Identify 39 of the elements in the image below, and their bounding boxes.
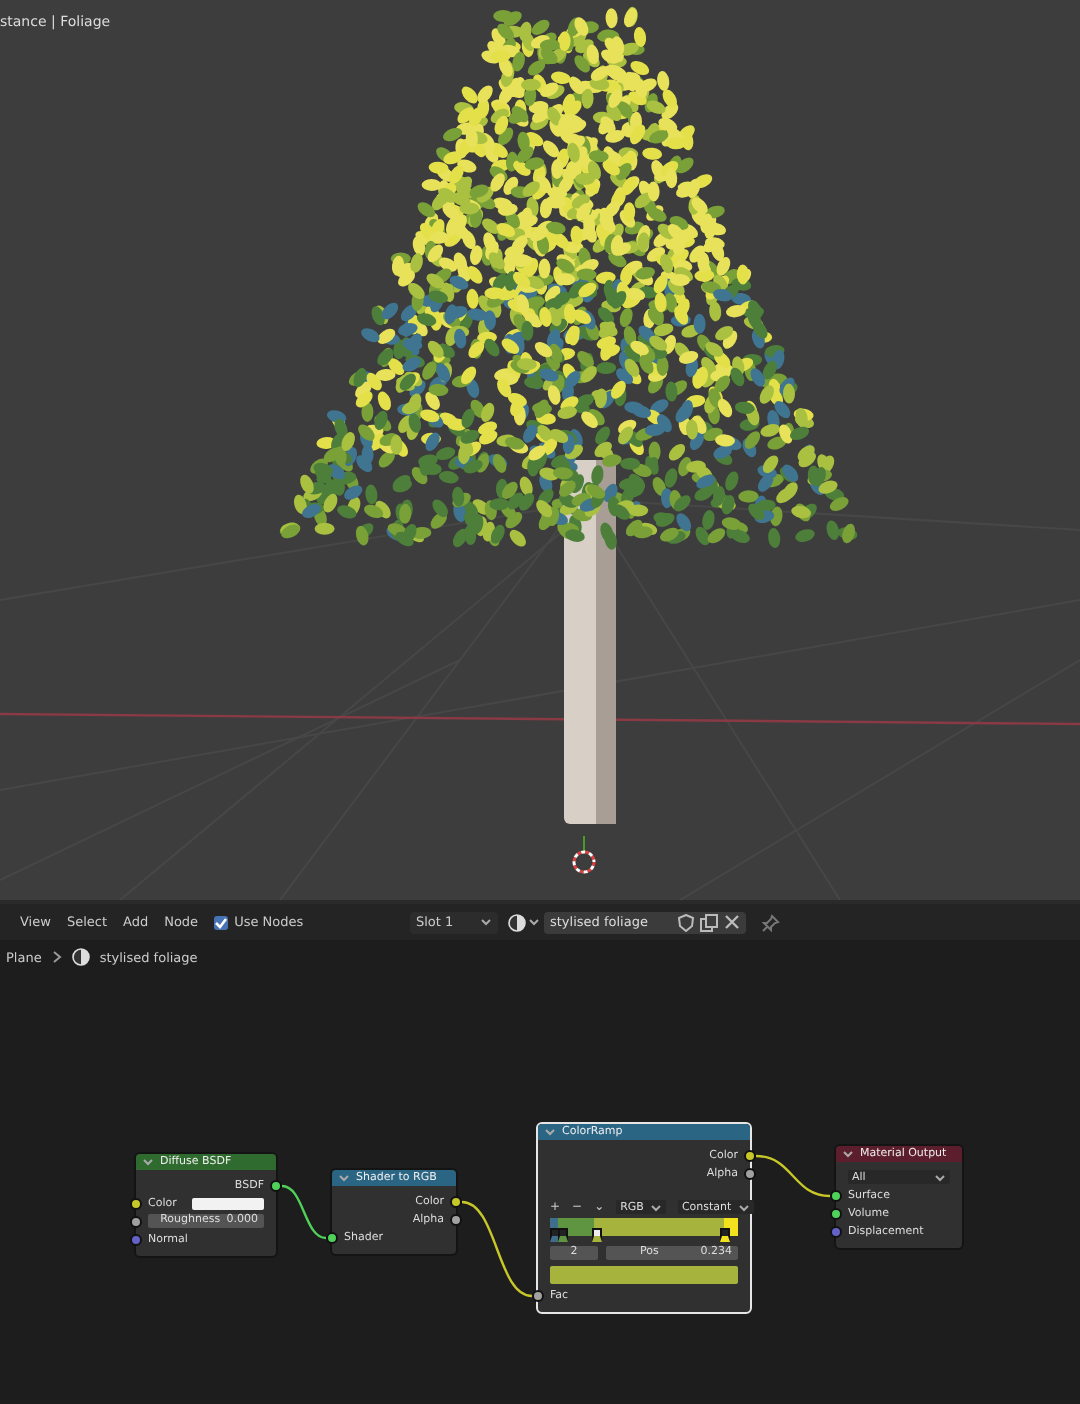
node-link bbox=[461, 1200, 533, 1298]
ramp-stop-handle[interactable] bbox=[557, 1227, 568, 1241]
node-link bbox=[755, 1154, 831, 1198]
chevron-icon bbox=[51, 950, 62, 964]
socket-dot[interactable] bbox=[130, 1216, 142, 1228]
caret-icon bbox=[480, 918, 492, 926]
caret-icon bbox=[338, 1174, 350, 1182]
socket-dot[interactable] bbox=[326, 1232, 338, 1244]
caret-icon bbox=[934, 1173, 946, 1181]
caret-icon bbox=[737, 1203, 750, 1211]
socket-dot[interactable] bbox=[744, 1150, 756, 1162]
color-field[interactable] bbox=[192, 1197, 264, 1209]
material-sphere-icon bbox=[71, 948, 90, 966]
pin-icon bbox=[762, 913, 780, 931]
caret-icon bbox=[142, 1158, 154, 1166]
socket-dot[interactable] bbox=[270, 1180, 282, 1192]
color-swatch[interactable] bbox=[550, 1265, 738, 1283]
ramp-stop-handle[interactable] bbox=[592, 1227, 603, 1241]
shield-icon bbox=[678, 913, 694, 931]
socket-dot[interactable] bbox=[450, 1196, 462, 1208]
socket-dot[interactable] bbox=[744, 1168, 756, 1180]
close-icon bbox=[724, 914, 740, 930]
3d-cursor-icon bbox=[570, 836, 598, 876]
caret-icon bbox=[528, 918, 540, 926]
socket-dot[interactable] bbox=[450, 1214, 462, 1226]
node-link bbox=[281, 1184, 327, 1240]
socket-dot[interactable] bbox=[130, 1198, 142, 1210]
socket-dot[interactable] bbox=[130, 1234, 142, 1246]
ramp-stop-handle[interactable] bbox=[719, 1227, 730, 1241]
material-browse-button[interactable] bbox=[508, 913, 540, 931]
caret-icon bbox=[842, 1150, 854, 1158]
caret-icon bbox=[649, 1203, 662, 1211]
checkbox-icon[interactable] bbox=[214, 915, 229, 929]
socket-dot[interactable] bbox=[830, 1190, 842, 1202]
socket-dot[interactable] bbox=[830, 1208, 842, 1220]
socket-dot[interactable] bbox=[532, 1290, 544, 1302]
socket-dot[interactable] bbox=[830, 1226, 842, 1238]
material-sphere-icon bbox=[508, 913, 526, 931]
caret-icon bbox=[544, 1128, 556, 1136]
